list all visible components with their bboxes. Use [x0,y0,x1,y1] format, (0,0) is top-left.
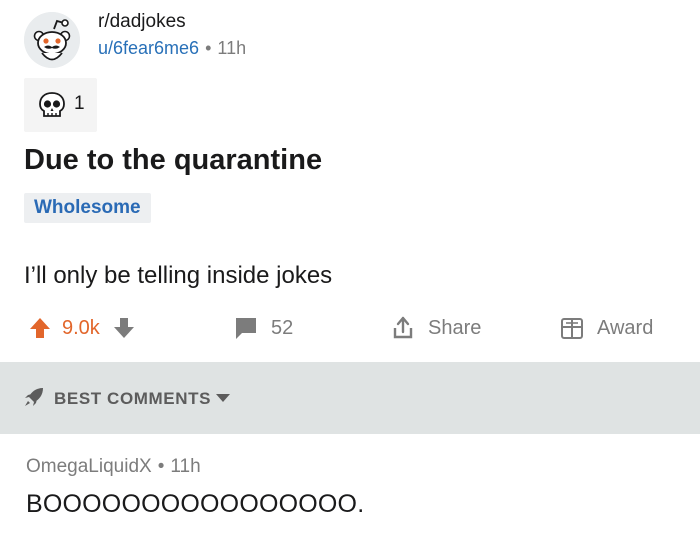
post-flair[interactable]: Wholesome [24,193,151,223]
comment-sort-bar: BEST COMMENTS [0,362,700,434]
post-body: I’ll only be telling inside jokes [24,262,333,289]
post-meta: u/6fear6me6 • 11h [98,38,246,59]
share-icon [390,315,416,341]
award-chip[interactable]: 1 [24,78,97,132]
rocket-icon [22,385,46,414]
award-count: 1 [74,93,85,114]
comment-meta-separator: • [157,456,165,477]
share-label: Share [428,316,482,339]
comments-button[interactable]: 52 [233,308,293,348]
post-title[interactable]: Due to the quarantine [24,144,322,177]
comment-meta: OmegaLiquidX • 11h [26,456,201,478]
comment-body: BOOOOOOOOOOOOOOOO. [26,490,365,518]
award-label: Award [597,316,654,339]
post-card: r/dadjokes u/6fear6me6 • 11h 1 Due to the … [0,0,700,362]
share-button[interactable]: Share [390,308,481,348]
post-age: 11h [217,38,247,58]
award-button[interactable]: Award [559,308,653,348]
sort-label: BEST COMMENTS [54,389,212,408]
post-actions: 9.0k 52 Share Award [0,308,700,348]
meta-separator: • [205,38,212,58]
subreddit-avatar-icon[interactable] [24,12,80,68]
vote-score: 9.0k [62,316,100,339]
comment-bubble-icon [233,315,259,341]
upvote-arrow-icon[interactable] [28,316,52,340]
comment-item: OmegaLiquidX • 11h BOOOOOOOOOOOOOOOO. [0,434,700,548]
post-author[interactable]: u/6fear6me6 [98,38,199,58]
skull-award-icon [38,90,66,120]
comment-author[interactable]: OmegaLiquidX [26,456,152,477]
subreddit-name[interactable]: r/dadjokes [98,11,186,33]
vote-group: 9.0k [28,308,136,348]
downvote-arrow-icon[interactable] [112,316,136,340]
caret-down-icon [215,389,231,409]
sort-dropdown[interactable]: BEST COMMENTS [22,384,231,414]
comment-age: 11h [170,456,201,477]
gift-box-icon [559,315,585,341]
comments-count: 52 [271,316,294,339]
